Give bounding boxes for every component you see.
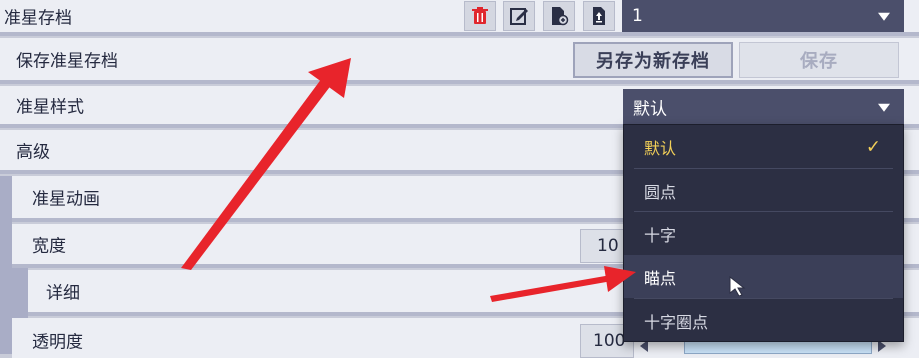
width-label: 宽度 <box>32 236 66 257</box>
mouse-cursor-icon <box>729 276 746 296</box>
detail-label: 详细 <box>46 283 80 304</box>
export-file-icon <box>593 7 605 25</box>
crosshair-style-select[interactable]: 默认 <box>623 89 904 125</box>
preset-row: 准星存档 1 <box>0 0 919 36</box>
edit-icon <box>510 8 528 25</box>
option-label: 圆点 <box>644 182 677 202</box>
chevron-down-icon <box>878 12 890 21</box>
crosshair-style-label: 准星样式 <box>16 97 84 118</box>
preset-label: 准星存档 <box>4 8 72 29</box>
crosshair-style-dropdown: 默认 ✓ 圆点 十字 瞄点 十字圈点 <box>623 124 904 342</box>
export-preset-button[interactable] <box>583 1 615 31</box>
edit-preset-button[interactable] <box>503 1 535 31</box>
crosshair-style-row: 准星样式 默认 <box>0 86 919 128</box>
advanced-label: 高级 <box>16 142 50 163</box>
dropdown-option-cross[interactable]: 十字 <box>624 212 903 255</box>
save-button[interactable]: 保存 <box>739 42 899 78</box>
import-preset-button[interactable] <box>543 1 575 31</box>
width-indent-bar <box>12 268 28 318</box>
checkmark-icon: ✓ <box>865 136 881 157</box>
trash-icon <box>472 7 488 24</box>
save-as-new-button[interactable]: 另存为新存档 <box>573 42 733 78</box>
preset-select-value: 1 <box>632 6 643 26</box>
import-file-icon <box>552 7 569 26</box>
delete-preset-button[interactable] <box>464 1 496 31</box>
dropdown-option-aim-dot[interactable]: 瞄点 <box>624 255 903 298</box>
dropdown-option-dot[interactable]: 圆点 <box>624 169 903 212</box>
chevron-down-icon <box>878 103 890 112</box>
option-label: 十字圈点 <box>644 312 709 332</box>
option-label: 瞄点 <box>644 268 677 288</box>
crosshair-style-select-value: 默认 <box>633 99 667 120</box>
save-preset-row: 保存准星存档 另存为新存档 保存 <box>0 38 919 84</box>
opacity-label: 透明度 <box>32 332 83 353</box>
opacity-value: 100 <box>593 331 626 351</box>
option-label: 默认 <box>644 138 677 158</box>
advanced-indent-bar <box>0 176 12 354</box>
option-label: 十字 <box>644 225 677 245</box>
width-value: 10 <box>597 236 619 256</box>
preset-select[interactable]: 1 <box>622 0 904 32</box>
crosshair-animation-label: 准星动画 <box>32 189 100 210</box>
save-preset-label: 保存准星存档 <box>16 51 118 72</box>
dropdown-option-default[interactable]: 默认 ✓ <box>624 125 903 168</box>
dropdown-option-cross-circle-dot[interactable]: 十字圈点 <box>624 299 903 342</box>
